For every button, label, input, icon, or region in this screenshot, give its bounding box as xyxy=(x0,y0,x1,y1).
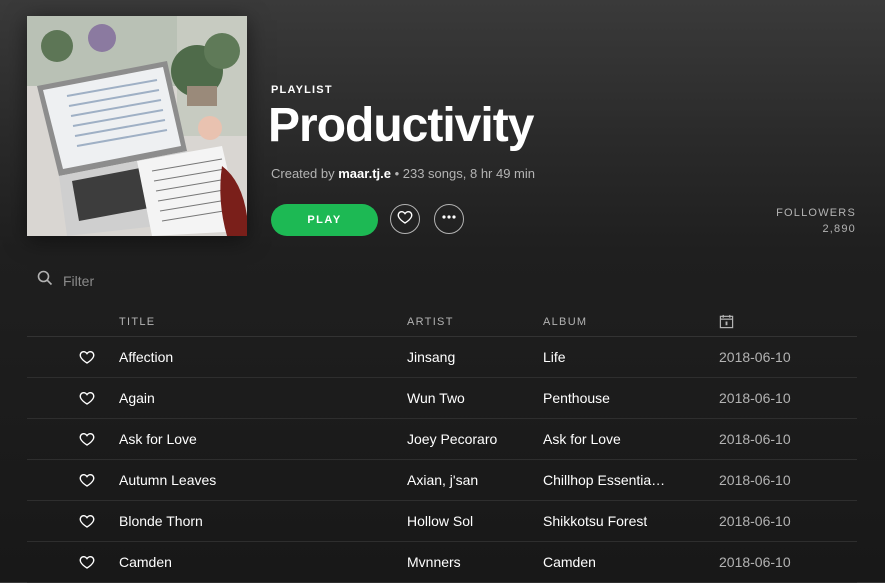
track-row[interactable]: Camden Mvnners Camden 2018-06-10 xyxy=(27,542,857,583)
track-artist-link[interactable]: Jinsang xyxy=(407,349,455,365)
heart-icon[interactable] xyxy=(79,431,95,450)
heart-icon[interactable] xyxy=(79,513,95,532)
track-album-link[interactable]: Shikkotsu Forest xyxy=(543,513,647,529)
table-header: TITLE ARTIST ALBUM xyxy=(27,306,857,337)
track-title: Blonde Thorn xyxy=(119,513,203,529)
track-artist-link[interactable]: Mvnners xyxy=(407,554,461,570)
save-to-library-button[interactable] xyxy=(390,204,420,234)
column-header-album[interactable]: ALBUM xyxy=(543,316,587,328)
column-header-title[interactable]: TITLE xyxy=(119,316,155,328)
followers-label: FOLLOWERS xyxy=(776,207,856,219)
track-album-link[interactable]: Penthouse xyxy=(543,390,610,406)
play-button[interactable]: PLAY xyxy=(271,204,378,236)
track-title: Ask for Love xyxy=(119,431,197,447)
track-artist-link[interactable]: Joey Pecoraro xyxy=(407,431,497,447)
playlist-meta: Created by maar.tj.e • 233 songs, 8 hr 4… xyxy=(271,166,535,181)
heart-icon[interactable] xyxy=(79,390,95,409)
track-date-added: 2018-06-10 xyxy=(719,513,791,529)
track-album-link[interactable]: Camden xyxy=(543,554,596,570)
track-artist-link[interactable]: Hollow Sol xyxy=(407,513,473,529)
followers-block: FOLLOWERS 2,890 xyxy=(776,205,856,237)
track-album-link[interactable]: Ask for Love xyxy=(543,431,621,447)
heart-icon[interactable] xyxy=(79,554,95,573)
track-row[interactable]: Ask for Love Joey Pecoraro Ask for Love … xyxy=(27,419,857,460)
followers-count: 2,890 xyxy=(822,223,856,235)
track-row[interactable]: Blonde Thorn Hollow Sol Shikkotsu Forest… xyxy=(27,501,857,542)
track-row[interactable]: Autumn Leaves Axian, j'san Chillhop Esse… xyxy=(27,460,857,501)
heart-icon[interactable] xyxy=(79,349,95,368)
more-dots-icon xyxy=(441,209,457,230)
track-album-link[interactable]: Life xyxy=(543,349,566,365)
playlist-title: Productivity xyxy=(268,99,534,152)
filter-bar xyxy=(37,270,263,291)
column-header-artist[interactable]: ARTIST xyxy=(407,316,454,328)
heart-icon[interactable] xyxy=(79,472,95,491)
track-date-added: 2018-06-10 xyxy=(719,472,791,488)
track-row[interactable]: Again Wun Two Penthouse 2018-06-10 xyxy=(27,378,857,419)
search-icon xyxy=(37,270,53,291)
playlist-cover-image[interactable] xyxy=(27,16,247,236)
track-title: Autumn Leaves xyxy=(119,472,217,488)
track-artist-link[interactable]: Wun Two xyxy=(407,390,465,406)
track-title: Affection xyxy=(119,349,174,365)
track-artist-link[interactable]: Axian, j'san xyxy=(407,472,478,488)
track-date-added: 2018-06-10 xyxy=(719,390,791,406)
track-date-added: 2018-06-10 xyxy=(719,349,791,365)
track-date-added: 2018-06-10 xyxy=(719,431,791,447)
track-table: TITLE ARTIST ALBUM Affection Jinsang Lif… xyxy=(27,306,857,583)
filter-input[interactable] xyxy=(63,272,263,289)
created-by-prefix: Created by xyxy=(271,166,335,181)
track-title: Again xyxy=(119,390,155,406)
calendar-icon[interactable] xyxy=(719,314,734,332)
track-album-link[interactable]: Chillhop Essentia… xyxy=(543,472,665,488)
more-options-button[interactable] xyxy=(434,204,464,234)
track-title: Camden xyxy=(119,554,172,570)
owner-link[interactable]: maar.tj.e xyxy=(338,166,391,181)
track-date-added: 2018-06-10 xyxy=(719,554,791,570)
heart-icon xyxy=(397,209,413,230)
track-row[interactable]: Affection Jinsang Life 2018-06-10 xyxy=(27,337,857,378)
playlist-type-label: PLAYLIST xyxy=(271,84,333,96)
playlist-stats: • 233 songs, 8 hr 49 min xyxy=(390,166,536,181)
